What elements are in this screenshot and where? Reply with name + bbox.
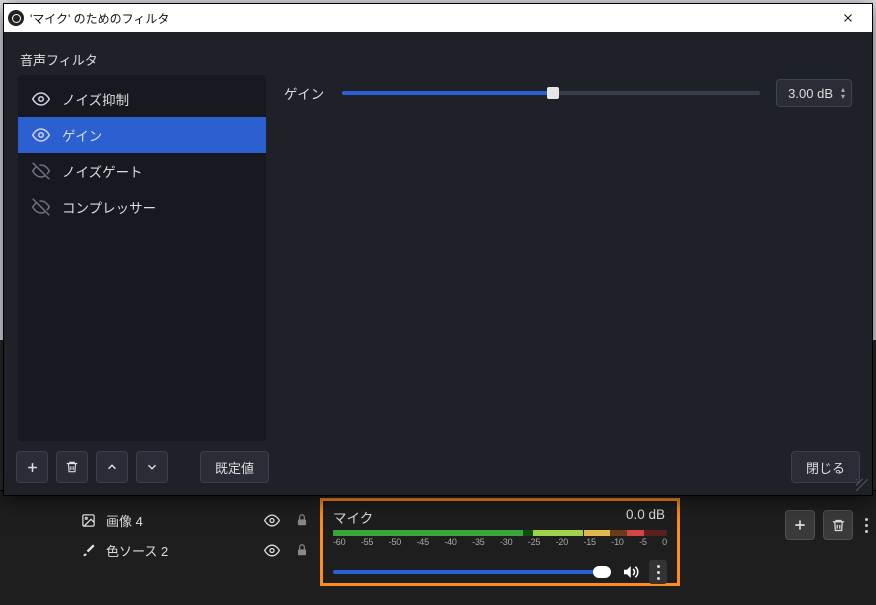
meter-tick: -35 — [472, 537, 484, 547]
meter-tick: -50 — [389, 537, 401, 547]
add-button[interactable] — [785, 510, 815, 540]
gain-slider[interactable] — [342, 86, 760, 100]
filter-item[interactable]: ノイズ抑制 — [18, 81, 266, 117]
audio-meter: -60-55-50-45-40-35-30-25-20-15-10-50 — [333, 530, 667, 552]
filters-dialog: 'マイク' のためのフィルタ 音声フィルタ ノイズ抑制ゲインノイズゲートコンプレ… — [3, 3, 873, 496]
gain-spinbox[interactable]: 3.00 dB ▴▾ — [776, 79, 852, 107]
meter-tick: -20 — [556, 537, 568, 547]
image-icon — [80, 513, 96, 528]
move-up-button[interactable] — [96, 451, 128, 483]
gain-value: 3.00 dB — [785, 86, 839, 101]
sources-list: 画像 4 色ソース 2 — [80, 505, 310, 565]
brush-icon — [80, 543, 96, 558]
eye-icon[interactable] — [32, 126, 50, 144]
mixer-channel-name: マイク — [333, 507, 373, 527]
meter-tick: -5 — [639, 537, 647, 547]
add-filter-button[interactable] — [16, 451, 48, 483]
move-down-button[interactable] — [136, 451, 168, 483]
mixer-options-button[interactable] — [649, 560, 667, 584]
filter-label: コンプレッサー — [62, 197, 156, 217]
close-button[interactable]: 閉じる — [791, 451, 860, 483]
filter-list: ノイズ抑制ゲインノイズゲートコンプレッサー — [18, 75, 266, 441]
property-label: ゲイン — [284, 83, 326, 103]
source-row[interactable]: 画像 4 — [80, 505, 310, 535]
source-label: 色ソース 2 — [106, 541, 254, 560]
resize-grip[interactable] — [856, 479, 868, 491]
meter-tick: -15 — [583, 537, 595, 547]
eye-icon[interactable] — [32, 90, 50, 108]
lock-icon[interactable] — [294, 512, 310, 528]
meter-tick: -10 — [611, 537, 623, 547]
filter-item[interactable]: コンプレッサー — [18, 189, 266, 225]
eye-off-icon[interactable] — [32, 198, 50, 216]
obs-icon — [8, 10, 24, 26]
filter-properties: ゲイン 3.00 dB ▴▾ — [284, 75, 858, 441]
titlebar: 'マイク' のためのフィルタ — [4, 4, 872, 32]
meter-tick: -45 — [416, 537, 428, 547]
chevron-down-icon[interactable]: ▾ — [839, 94, 847, 100]
section-label: 音声フィルタ — [20, 50, 858, 69]
lock-icon[interactable] — [294, 542, 310, 558]
meter-tick: -40 — [444, 537, 456, 547]
meter-tick: -25 — [528, 537, 540, 547]
meter-tick: -60 — [333, 537, 345, 547]
source-row[interactable]: 色ソース 2 — [80, 535, 310, 565]
source-label: 画像 4 — [106, 511, 254, 530]
eye-icon[interactable] — [264, 542, 280, 558]
volume-slider-thumb[interactable] — [593, 566, 611, 578]
filter-label: ノイズゲート — [62, 161, 143, 181]
volume-slider[interactable] — [333, 570, 611, 574]
filter-item[interactable]: ゲイン — [18, 117, 266, 153]
eye-icon[interactable] — [264, 512, 280, 528]
remove-filter-button[interactable] — [56, 451, 88, 483]
filter-label: ゲイン — [62, 125, 102, 145]
eye-off-icon[interactable] — [32, 162, 50, 180]
speaker-icon[interactable] — [621, 563, 639, 581]
filter-item[interactable]: ノイズゲート — [18, 153, 266, 189]
filter-label: ノイズ抑制 — [62, 89, 129, 109]
meter-tick: -30 — [500, 537, 512, 547]
close-icon[interactable] — [828, 4, 868, 32]
mixer-level-readout: 0.0 dB — [626, 507, 665, 527]
more-icon[interactable] — [861, 518, 872, 533]
meter-tick: 0 — [662, 537, 667, 547]
dialog-title: 'マイク' のためのフィルタ — [30, 10, 828, 27]
defaults-button[interactable]: 既定値 — [200, 451, 269, 483]
meter-tick: -55 — [361, 537, 373, 547]
audio-mixer-channel: マイク 0.0 dB -60-55-50-45-40-35-30-25-20-1… — [320, 498, 680, 586]
gain-slider-thumb[interactable] — [547, 87, 559, 99]
delete-button[interactable] — [823, 510, 853, 540]
